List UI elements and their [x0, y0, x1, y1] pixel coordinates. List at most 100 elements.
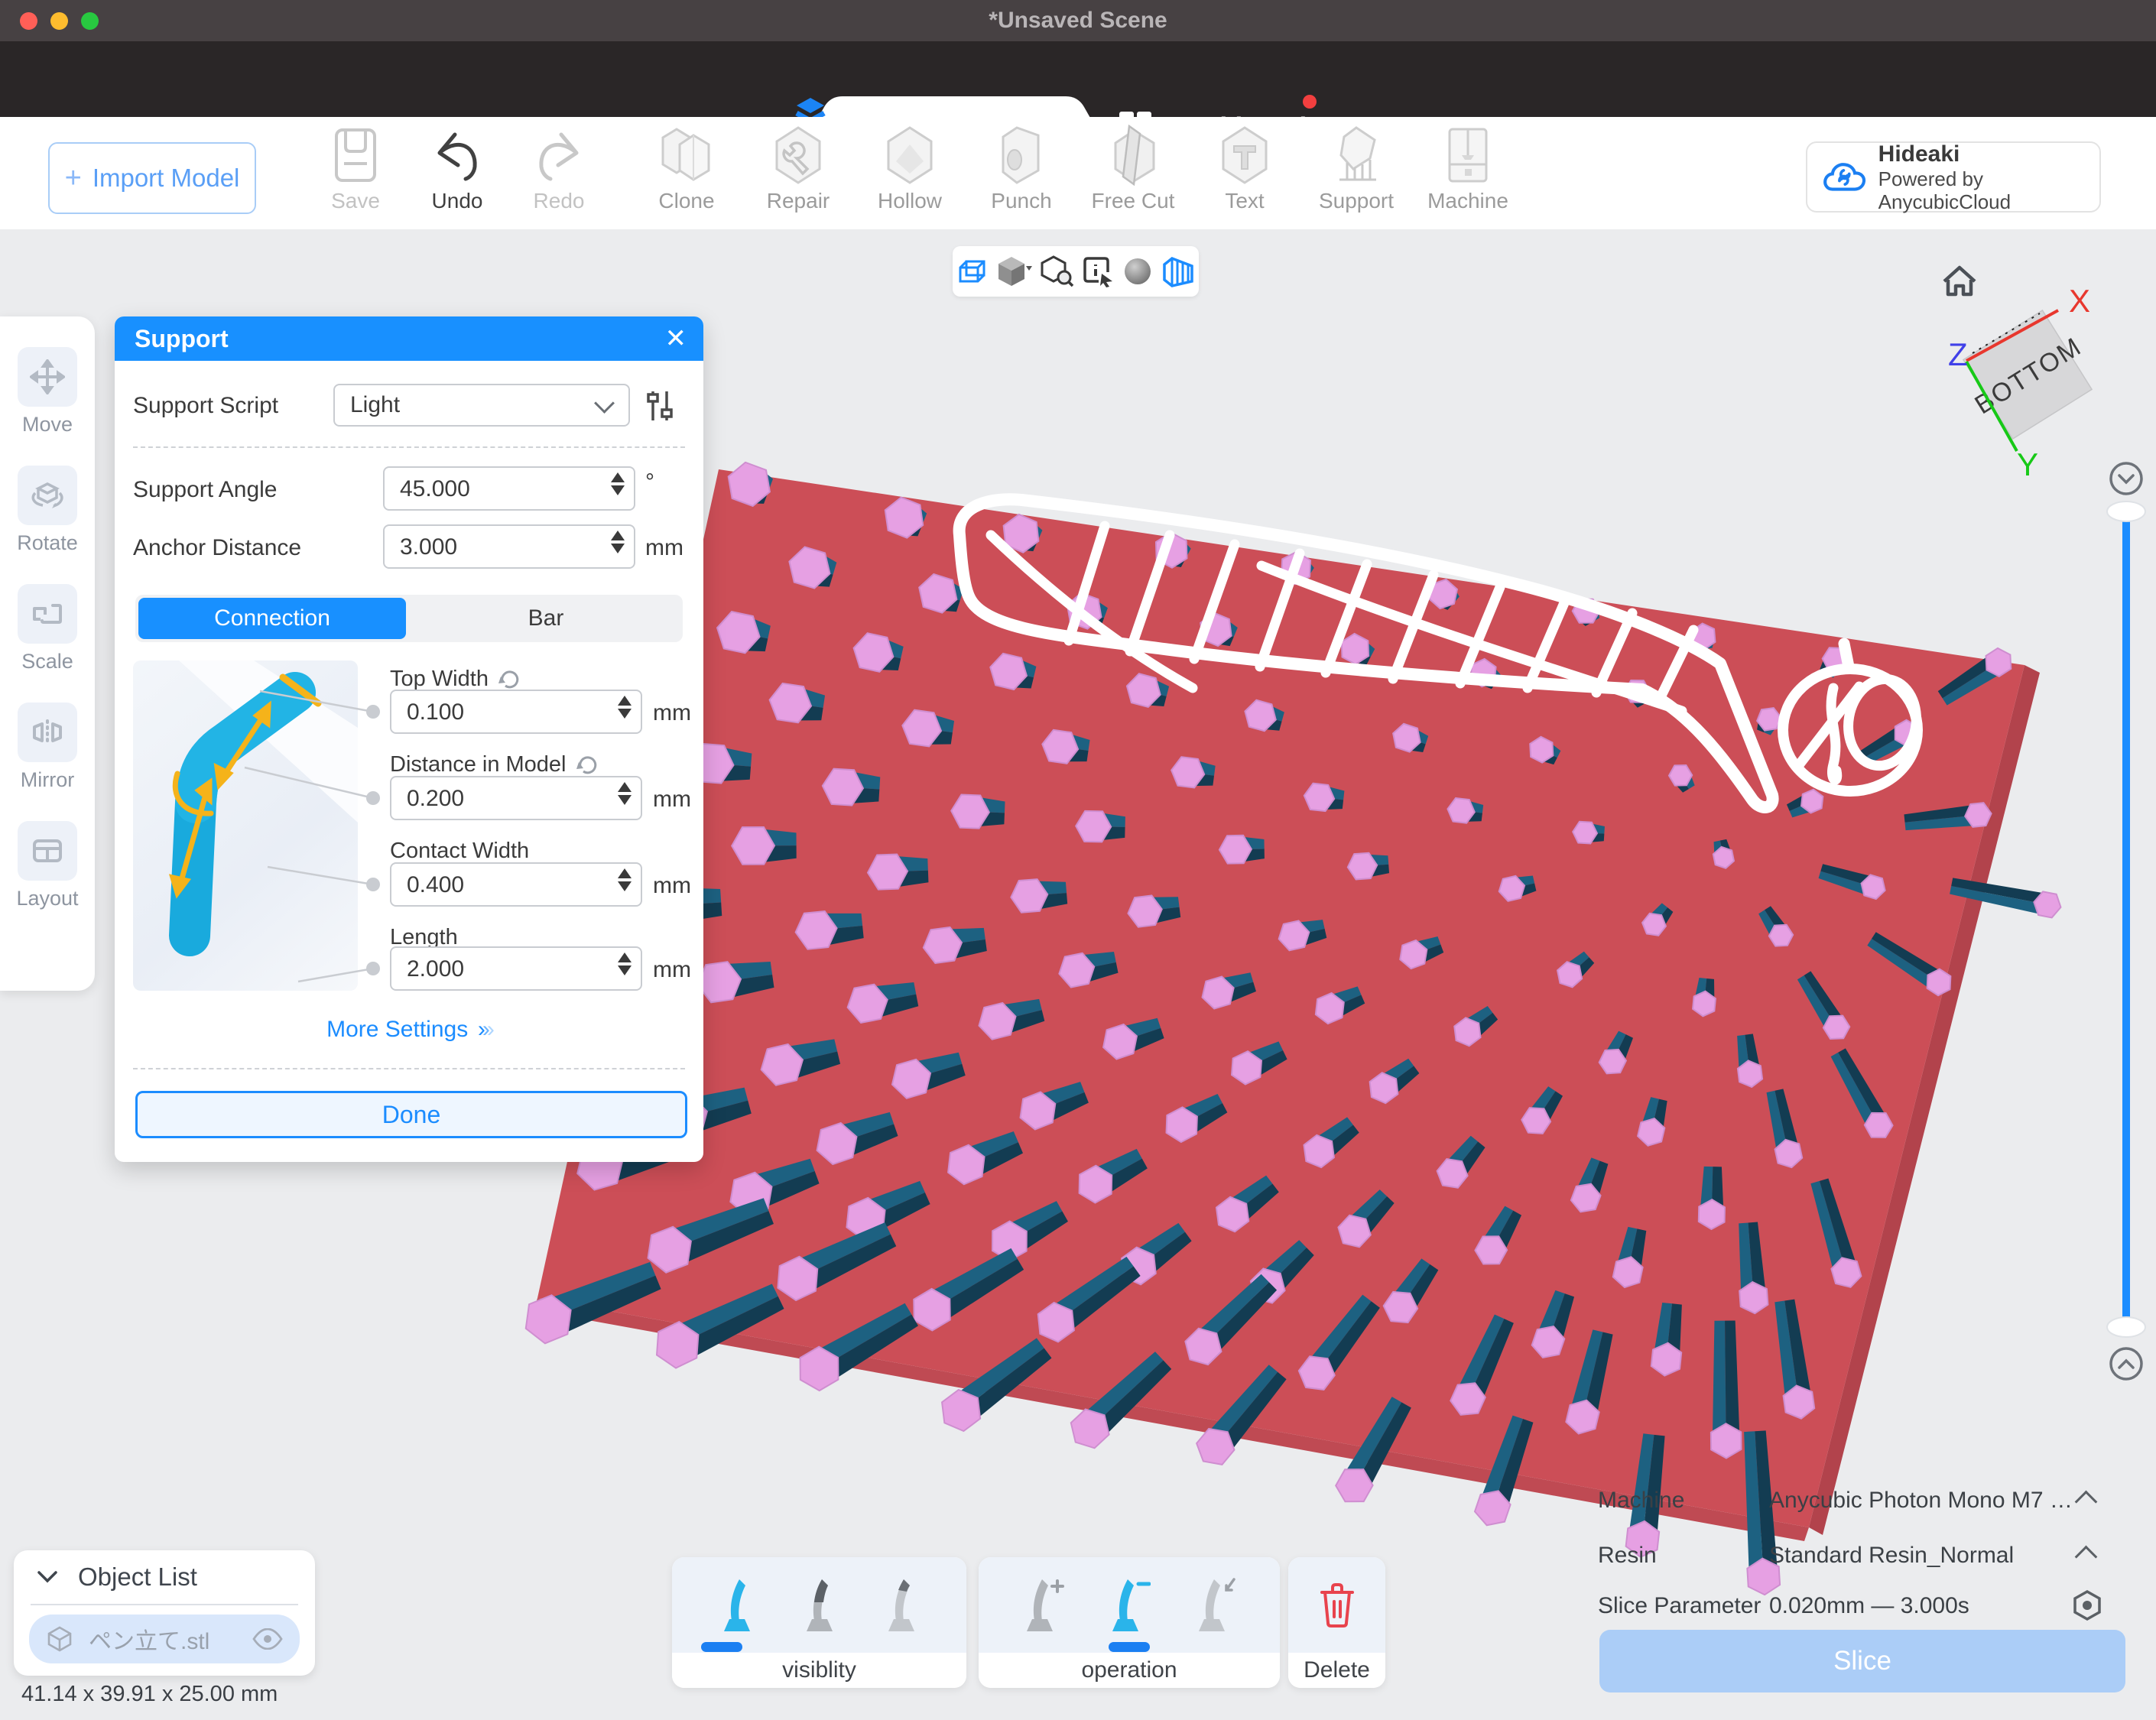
spinner-arrows[interactable] [618, 782, 632, 805]
maximize-window-button[interactable] [81, 12, 99, 30]
axis-z-label: Z [1948, 336, 1968, 372]
cloud-icon [1823, 160, 1866, 195]
slider-handle-top[interactable] [2107, 501, 2145, 521]
support-script-value: Light [350, 392, 400, 418]
tool-clone[interactable]: Clone [637, 123, 736, 227]
tab-connection[interactable]: Connection [138, 598, 406, 639]
machine-row[interactable]: Machine Anycubic Photon Mono M7 … [1598, 1488, 2125, 1514]
axis-x-label: X [2069, 283, 2090, 319]
object-list-item[interactable]: ペン立て.stl [29, 1615, 300, 1663]
contact-width-input[interactable]: 0.400 [390, 862, 642, 907]
title-bar: *Unsaved Scene [0, 0, 2156, 41]
operation-panel: operation [979, 1557, 1280, 1688]
support-angle-input[interactable]: 45.000 [383, 466, 635, 511]
tool-repair[interactable]: Repair [748, 123, 848, 227]
spinner-arrows[interactable] [611, 472, 625, 495]
trash-icon[interactable] [1317, 1582, 1357, 1629]
machine-icon [1443, 123, 1492, 187]
script-settings-icon[interactable] [642, 388, 677, 424]
spinner-arrows[interactable] [611, 531, 625, 553]
import-model-label: Import Model [93, 164, 240, 193]
machine-value: Anycubic Photon Mono M7 … [1769, 1488, 2073, 1514]
close-window-button[interactable] [20, 12, 37, 30]
sidebar-item-layout[interactable]: Layout [16, 821, 78, 910]
top-width-input[interactable]: 0.100 [390, 690, 642, 734]
support-dialog-header[interactable]: Support ✕ [115, 316, 703, 361]
sidebar-item-move[interactable]: Move [18, 347, 77, 436]
model-info-icon[interactable] [1082, 255, 1114, 287]
remove-support-icon[interactable] [1108, 1576, 1151, 1634]
slider-expand-icon[interactable] [2111, 1348, 2141, 1379]
anchor-distance-label: Anchor Distance [133, 535, 301, 561]
render-mode-icon[interactable] [997, 255, 1032, 287]
account-name: Hideaki [1878, 141, 2099, 167]
sync-icon[interactable] [498, 667, 522, 692]
support-script-select[interactable]: Light [333, 384, 630, 427]
mesh-cube-icon [46, 1625, 73, 1653]
sidebar-item-rotate[interactable]: Rotate [17, 466, 78, 555]
distance-in-model-input[interactable]: 0.200 [390, 776, 642, 820]
collapse-icon[interactable] [2075, 1491, 2098, 1514]
tool-punch[interactable]: Punch [972, 123, 1071, 227]
edit-support-icon[interactable] [1194, 1576, 1237, 1634]
move-icon [30, 359, 65, 394]
parameter-settings-icon[interactable] [2070, 1589, 2104, 1622]
shading-sphere-icon[interactable] [1122, 256, 1153, 287]
more-settings-link[interactable]: More Settings ››› [115, 1017, 703, 1043]
hollow-icon [882, 123, 937, 187]
tool-machine[interactable]: Machine [1418, 123, 1518, 227]
plus-icon: + [65, 162, 82, 195]
visibility-eye-icon[interactable] [252, 1628, 283, 1650]
top-width-label: Top Width [390, 667, 522, 692]
slider-handle-bottom[interactable] [2107, 1317, 2145, 1337]
slider-collapse-icon[interactable] [2111, 463, 2141, 494]
redo-button[interactable]: Redo [509, 123, 609, 227]
spinner-arrows[interactable] [618, 696, 632, 719]
layout-icon [30, 833, 65, 868]
window-title: *Unsaved Scene [989, 8, 1167, 34]
divider [133, 446, 685, 448]
tab-bar-mode[interactable]: Bar [412, 598, 680, 639]
tool-free-cut[interactable]: Free Cut [1083, 123, 1183, 227]
done-button[interactable]: Done [135, 1091, 687, 1138]
tool-text[interactable]: Text [1195, 123, 1294, 227]
tool-hollow[interactable]: Hollow [860, 123, 959, 227]
spinner-arrows[interactable] [618, 868, 632, 891]
section-view-icon[interactable] [1161, 255, 1195, 287]
support-hidden-icon[interactable] [884, 1576, 919, 1634]
model-dimensions: 41.14 x 39.91 x 25.00 mm [21, 1682, 278, 1707]
save-icon [330, 123, 381, 187]
chevrons-right-icon: ››› [475, 1017, 492, 1042]
slice-button[interactable]: Slice [1599, 1630, 2125, 1692]
sidebar-item-mirror[interactable]: Mirror [18, 703, 77, 792]
repair-icon [771, 123, 826, 187]
minimize-window-button[interactable] [50, 12, 68, 30]
sync-icon[interactable] [576, 753, 600, 777]
undo-icon [429, 123, 485, 187]
undo-button[interactable]: Undo [407, 123, 507, 227]
operation-label: operation [1081, 1657, 1177, 1683]
close-icon[interactable]: ✕ [665, 324, 687, 353]
sidebar-item-scale[interactable]: Scale [18, 584, 77, 673]
add-support-icon[interactable] [1022, 1576, 1065, 1634]
slice-parameter-row[interactable]: Slice Parameter 0.020mm — 3.000s [1598, 1593, 2125, 1619]
support-visible-tip-icon[interactable] [802, 1576, 837, 1634]
perspective-view-icon[interactable] [956, 255, 989, 287]
redo-icon [531, 123, 587, 187]
collapse-icon[interactable] [2075, 1546, 2098, 1569]
support-visible-all-icon[interactable] [719, 1576, 755, 1634]
import-model-button[interactable]: + Import Model [48, 142, 256, 214]
account-card[interactable]: Hideaki Powered by AnycubicCloud [1806, 141, 2101, 213]
tool-support[interactable]: Support [1307, 123, 1406, 227]
length-input[interactable]: 2.000 [390, 946, 642, 991]
anchor-distance-input[interactable]: 3.000 [383, 524, 635, 569]
clone-icon [657, 123, 716, 187]
collapse-chevron-icon[interactable] [37, 1569, 58, 1585]
visibility-label: visiblity [782, 1657, 856, 1683]
inspect-model-icon[interactable] [1041, 255, 1074, 287]
save-button[interactable]: Save [306, 123, 405, 227]
spinner-arrows[interactable] [618, 952, 632, 975]
resin-row[interactable]: Resin Standard Resin_Normal [1598, 1543, 2125, 1569]
active-indicator [701, 1642, 742, 1652]
contact-width-label: Contact Width [390, 839, 529, 864]
